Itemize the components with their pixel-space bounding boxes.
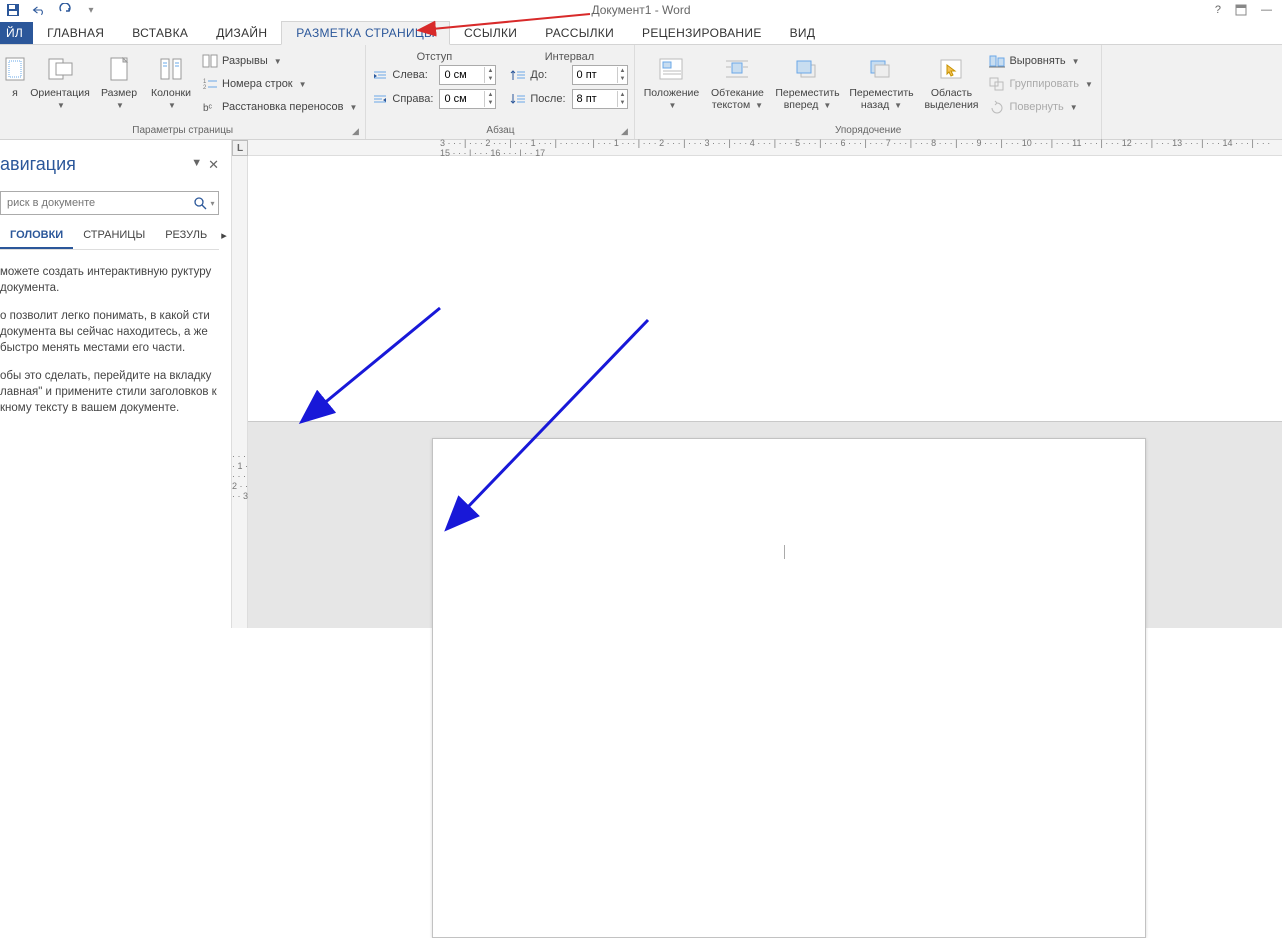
rotate-icon (989, 99, 1005, 115)
qat-customize-icon[interactable]: ▾ (84, 3, 98, 17)
spacing-before-icon (510, 69, 526, 81)
indent-left-icon (372, 69, 388, 81)
navigation-pane: авигация ▼ ✕ ▾ ГОЛОВКИ СТРАНИЦЫ РЕЗУЛЬ ▸… (0, 140, 232, 628)
spacing-after-spinner[interactable]: ▲▼ (572, 89, 629, 109)
group-objects-button[interactable]: Группировать▼ (987, 74, 1094, 94)
tab-page-layout[interactable]: РАЗМЕТКА СТРАНИЦЫ (281, 21, 450, 45)
help-icon[interactable]: ? (1215, 4, 1221, 16)
nav-tab-scroll-icon[interactable]: ▸ (217, 223, 231, 249)
align-icon (989, 53, 1005, 69)
above-page-area (248, 156, 1282, 422)
paragraph-launcher-icon[interactable]: ◢ (618, 125, 630, 137)
group-page-setup: я Ориентация▼ Размер▼ Колонки▼ Разрывы▼ (0, 45, 366, 139)
indent-right-spinner[interactable]: ▲▼ (439, 89, 496, 109)
search-input[interactable] (1, 197, 190, 209)
text-cursor (784, 545, 785, 559)
align-button[interactable]: Выровнять▼ (987, 51, 1094, 71)
search-icon[interactable]: ▾ (190, 196, 218, 210)
nav-tab-headings[interactable]: ГОЛОВКИ (0, 223, 73, 249)
tab-home[interactable]: ГЛАВНАЯ (33, 22, 118, 44)
navigation-title: авигация (0, 154, 76, 175)
ribbon-tabs: йл ГЛАВНАЯ ВСТАВКА ДИЗАЙН РАЗМЕТКА СТРАН… (0, 20, 1282, 44)
line-numbers-button[interactable]: 12 Номера строк▼ (200, 74, 359, 94)
document-area: L 3 · · · | · · · 2 · · · | · · · 1 · · … (232, 140, 1282, 628)
indent-right-icon (372, 93, 388, 105)
nav-close-icon[interactable]: ✕ (208, 157, 219, 173)
page-setup-launcher-icon[interactable]: ◢ (349, 125, 361, 137)
bring-forward-button[interactable]: Переместить вперед ▼ (773, 51, 841, 114)
indent-left-spinner[interactable]: ▲▼ (439, 65, 496, 85)
line-numbers-icon: 12 (202, 76, 218, 92)
undo-icon[interactable] (32, 3, 46, 17)
tab-insert[interactable]: ВСТАВКА (118, 22, 202, 44)
nav-tab-results[interactable]: РЕЗУЛЬ (155, 223, 217, 249)
navigation-tabs: ГОЛОВКИ СТРАНИЦЫ РЕЗУЛЬ ▸ (0, 223, 219, 250)
svg-text:2: 2 (203, 85, 207, 91)
title-bar: ▾ Документ1 - Word ? — (0, 0, 1282, 20)
tab-design[interactable]: ДИЗАЙН (202, 22, 281, 44)
wrap-text-button[interactable]: Обтекание текстом ▼ (707, 51, 767, 114)
selection-pane-button[interactable]: Областьвыделения (921, 51, 981, 113)
spacing-after-input[interactable] (573, 93, 617, 105)
spacing-after-icon (510, 93, 526, 105)
columns-button[interactable]: Колонки▼ (148, 51, 194, 114)
ribbon-display-icon[interactable] (1235, 4, 1247, 16)
breaks-button[interactable]: Разрывы▼ (200, 51, 359, 71)
nav-tab-pages[interactable]: СТРАНИЦЫ (73, 223, 155, 249)
indent-title: Отступ (372, 51, 496, 63)
tab-selector-icon[interactable]: L (232, 140, 248, 156)
position-button[interactable]: Положение▼ (641, 51, 701, 114)
document-page[interactable] (432, 438, 1146, 938)
spacing-before-input[interactable] (573, 69, 617, 81)
tab-review[interactable]: РЕЦЕНЗИРОВАНИЕ (628, 22, 776, 44)
document-title: Документ1 - Word (591, 3, 690, 17)
tab-file[interactable]: йл (0, 22, 33, 44)
tab-view[interactable]: ВИД (776, 22, 830, 44)
indent-right-input[interactable] (440, 93, 484, 105)
hyphenation-button[interactable]: bᶜ Расстановка переносов▼ (200, 97, 359, 117)
horizontal-ruler[interactable]: 3 · · · | · · · 2 · · · | · · · 1 · · · … (248, 140, 1282, 156)
save-icon[interactable] (6, 3, 20, 17)
spacing-before-spinner[interactable]: ▲▼ (572, 65, 629, 85)
hyphenation-icon: bᶜ (202, 99, 218, 115)
send-backward-button[interactable]: Переместить назад ▼ (847, 51, 915, 114)
rotate-button[interactable]: Повернуть▼ (987, 97, 1094, 117)
nav-dropdown-icon[interactable]: ▼ (191, 157, 202, 173)
group-arrange: Положение▼ Обтекание текстом ▼ Перемести… (635, 45, 1101, 139)
breaks-icon (202, 53, 218, 69)
svg-text:bᶜ: bᶜ (203, 103, 213, 114)
ribbon: я Ориентация▼ Размер▼ Колонки▼ Разрывы▼ (0, 44, 1282, 140)
margins-button[interactable]: я (6, 51, 24, 101)
orientation-button[interactable]: Ориентация▼ (30, 51, 90, 114)
navigation-search[interactable]: ▾ (0, 191, 219, 215)
indent-left-input[interactable] (440, 69, 484, 81)
navigation-hint: можете создать интерактивную руктуру док… (0, 250, 223, 416)
quick-access-toolbar: ▾ (0, 3, 98, 17)
redo-icon[interactable] (58, 3, 72, 17)
size-button[interactable]: Размер▼ (96, 51, 142, 114)
group-paragraph: Отступ Слева: ▲▼ Справа: ▲▼ Интервал До:… (366, 45, 635, 139)
tab-references[interactable]: ССЫЛКИ (450, 22, 531, 44)
tab-mailings[interactable]: РАССЫЛКИ (531, 22, 628, 44)
spacing-title: Интервал (510, 51, 628, 63)
group-icon (989, 76, 1005, 92)
minimize-icon[interactable]: — (1261, 4, 1272, 16)
vertical-ruler[interactable]: · · · · 1 · · · · 2 · · · · 3 (232, 156, 248, 628)
